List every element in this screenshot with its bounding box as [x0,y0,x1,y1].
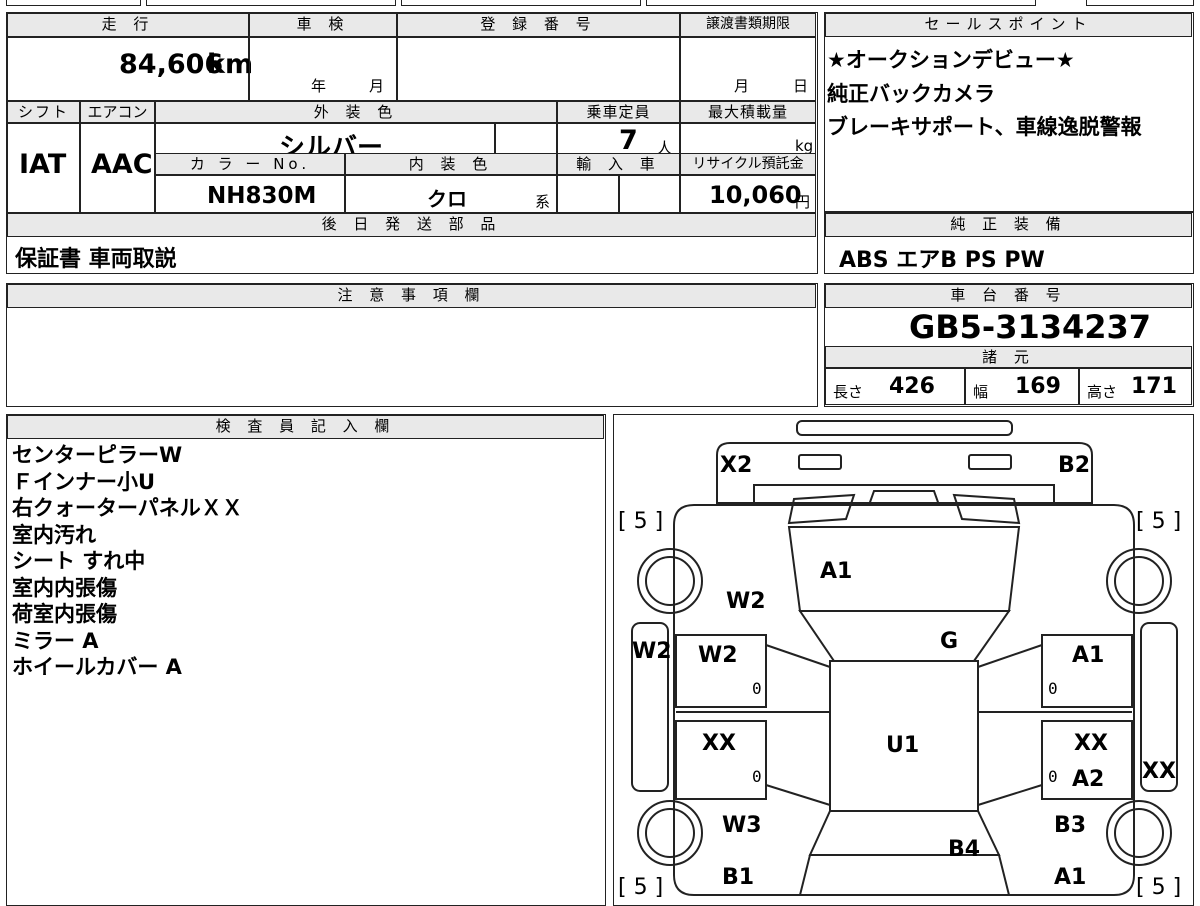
recycle-header: リサイクル預託金 [680,153,816,175]
damage-label-xx-left: XX [702,731,736,756]
color-no-header: カ ラ ー No. [155,153,345,175]
transfer-day-label: 日 [793,77,809,95]
import-cell-2 [619,175,680,213]
transfer-deadline-header: 譲渡書類期限 [680,13,816,37]
damage-label-xx-side: XX [1142,759,1176,784]
spec-width-value: 169 [1015,374,1061,399]
inspector-box: 検 査 員 記 入 欄 センターピラーW Ｆインナー小U 右クォーターパネルＸＸ… [6,414,606,906]
max-load-header: 最大積載量 [680,101,816,123]
damage-label-w2-side: W2 [632,639,672,664]
standard-equipment-header: 純 正 装 備 [825,213,1192,237]
import-cell-1 [557,175,619,213]
transfer-month-label: 月 [734,77,750,95]
stub-cell [146,0,396,6]
notes-header: 注 意 事 項 欄 [7,284,816,308]
shift-header: シフト [7,101,80,123]
sales-point-1: ★オークションデビュー★ [827,48,1075,72]
later-parts-header: 後 日 発 送 部 品 [7,213,816,237]
damage-label-x2: X2 [720,453,753,478]
damage-label-b4: B4 [948,837,981,862]
damage-label-a2: A2 [1072,767,1105,792]
tire-rl-label: [ 5 ] [618,875,664,900]
stub-cell [6,0,141,6]
damage-label-w3: W3 [722,813,762,838]
vehicle-info-table: 走 行 車 検 登 録 番 号 譲渡書類期限 84,606 km 年 月 月 日… [6,12,818,274]
registration-cell [397,37,680,101]
stub-cell [1086,0,1194,6]
tire-rr-label: [ 5 ] [1136,875,1182,900]
tire-fr-label: [ 5 ] [1136,509,1182,534]
inspector-note: 室内内張傷 [12,575,117,600]
chassis-value: GB5-3134237 [909,308,1152,346]
damage-label-w2-front: W2 [726,589,766,614]
damage-label-b2: B2 [1058,453,1091,478]
zero-mark: 0 [1048,767,1058,786]
aircon-header: エアコン [80,101,155,123]
inspector-note: 荷室内張傷 [12,602,117,626]
sales-points-box: セールスポイント ★オークションデビュー★ 純正バックカメラ ブレーキサポート、… [824,12,1194,212]
damage-label-b1: B1 [722,865,755,890]
specs-header: 諸 元 [825,346,1192,368]
chassis-box: 車 台 番 号 GB5-3134237 諸 元 長さ 426 幅 169 高さ … [824,283,1194,407]
spec-height-label: 高さ [1087,383,1118,401]
capacity-value: 7 [619,125,638,156]
inspector-notes-list: センターピラーW Ｆインナー小U 右クォーターパネルＸＸ 室内汚れ シート すれ… [12,442,243,681]
spec-width-label: 幅 [973,383,989,401]
standard-equipment-value: ABS エアB PS PW [839,248,1045,273]
recycle-unit: 円 [795,193,811,211]
shift-value: IAT [19,149,67,180]
damage-label-g: G [940,629,959,654]
zero-mark: 0 [752,767,762,786]
registration-header: 登 録 番 号 [397,13,680,37]
inspector-note: Ｆインナー小U [12,469,156,494]
notes-box: 注 意 事 項 欄 [6,283,818,407]
inspector-note: 右クォーターパネルＸＸ [12,496,243,520]
chassis-header: 車 台 番 号 [825,284,1192,308]
interior-color-suffix: 系 [535,193,551,211]
sales-point-3: ブレーキサポート、車線逸脱警報 [827,115,1142,139]
damage-label-b3: B3 [1054,813,1087,838]
zero-mark: 0 [1048,679,1058,698]
exterior-color-header: 外 装 色 [155,101,557,123]
mileage-unit: km [207,49,254,80]
inspector-note: ホイールカバー A [12,655,182,679]
car-diagram: X2 B2 [ 5 ] [ 5 ] A1 W2 G W2 W2 A1 0 0 X… [613,414,1194,906]
capacity-header: 乗車定員 [557,101,680,123]
stub-cell [401,0,641,6]
inspector-header: 検 査 員 記 入 欄 [7,415,604,439]
mileage-header: 走 行 [7,13,249,37]
sales-point-2: 純正バックカメラ [827,82,995,106]
damage-label-a1-rear: A1 [1054,865,1087,890]
stub-cell [646,0,1036,6]
damage-label-a1-door: A1 [1072,643,1105,668]
damage-label-w2-door: W2 [698,643,738,668]
damage-label-u1: U1 [886,733,920,758]
inspection-month-label: 月 [369,77,385,95]
interior-color-value: クロ [427,187,467,211]
import-header: 輸 入 車 [557,153,680,175]
inspection-year-label: 年 [311,77,327,95]
inspector-note: センターピラーW [12,443,183,467]
standard-equipment-box: 純 正 装 備 ABS エアB PS PW [824,212,1194,274]
tire-fl-label: [ 5 ] [618,509,664,534]
damage-label-a1-hood: A1 [820,559,853,584]
interior-color-header: 内 装 色 [345,153,557,175]
damage-label-xx-right: XX [1074,731,1108,756]
inspector-note: 室内汚れ [12,522,96,547]
spec-length-value: 426 [889,374,935,399]
aircon-value: AAC [91,149,153,180]
inspector-note: ミラー A [12,628,99,653]
sales-points-header: セールスポイント [825,13,1192,37]
recycle-value: 10,060 [709,181,802,209]
top-stub-row [6,0,1194,8]
color-no-value: NH830M [207,183,317,209]
zero-mark: 0 [752,679,762,698]
spec-height-value: 171 [1131,374,1177,399]
inspection-header: 車 検 [249,13,397,37]
spec-length-label: 長さ [833,383,864,401]
later-parts-value: 保証書 車両取説 [15,247,177,272]
inspector-note: シート すれ中 [12,549,146,573]
